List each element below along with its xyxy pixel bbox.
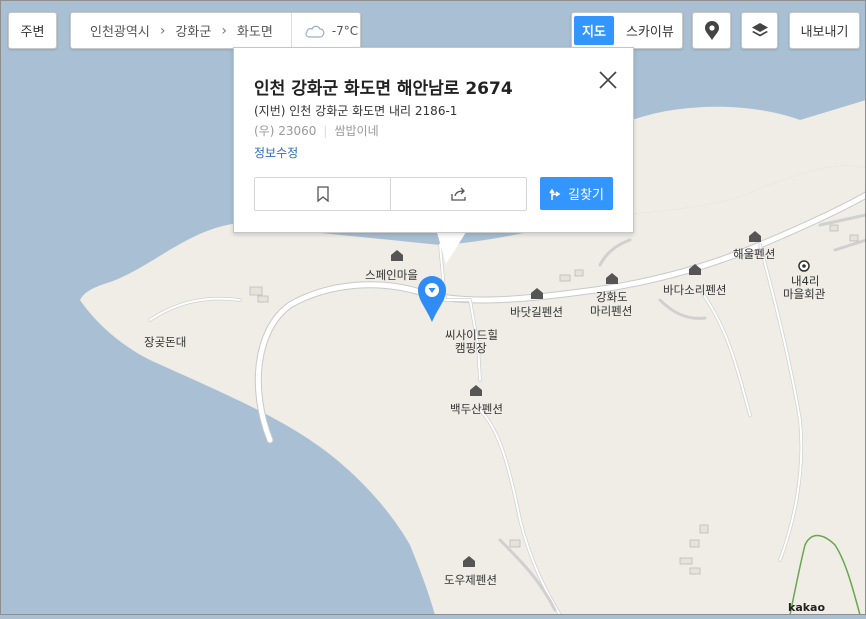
popup-jibun: (지번) 인천 강화군 화도면 내리 2186-1 (254, 104, 458, 118)
breadcrumb-sido[interactable]: 인천광역시 (90, 21, 150, 40)
share-icon (450, 187, 466, 201)
share-button[interactable] (390, 178, 526, 210)
place-label-naeri: 내4리 (791, 274, 819, 288)
cloud-icon (305, 25, 325, 38)
location-pin-icon (704, 20, 719, 40)
chevron-right-icon: › (221, 22, 227, 39)
place-label-douje: 도우제펜션 (444, 573, 497, 587)
layers-icon (751, 22, 768, 36)
place-label-ganghwado: 강화도 (596, 290, 628, 304)
nearby-button[interactable]: 주변 (8, 12, 57, 49)
edit-info-link[interactable]: 정보수정 (254, 144, 298, 161)
place-label-seaside: 씨사이드힐 (445, 328, 498, 342)
kakao-logo: kakao (788, 601, 826, 614)
chevron-right-icon: › (159, 22, 166, 39)
route-icon (549, 188, 561, 200)
breadcrumb-gun[interactable]: 강화군 (175, 21, 211, 40)
location-pin-button[interactable] (692, 12, 731, 49)
place-label-badasori: 바다소리펜션 (663, 283, 726, 297)
place-label-badagil: 바닷길펜션 (510, 305, 563, 319)
map-type-toggle: 지도 스카이뷰 (571, 12, 683, 49)
popup-tail (436, 229, 468, 264)
layers-button[interactable] (741, 12, 778, 49)
divider (290, 13, 292, 48)
route-button[interactable]: 길찾기 (540, 177, 613, 210)
place-label-maeulhoegwan: 마을회관 (783, 287, 826, 301)
place-label-camping: 캠핑장 (455, 341, 487, 355)
town-hall-icon (798, 260, 810, 272)
breadcrumb-myeon[interactable]: 화도면 (237, 21, 273, 40)
address-popup: 인천 강화군 화도면 해안남로 2674 (지번) 인천 강화군 화도면 내리 … (233, 47, 634, 233)
map-type-map-button[interactable]: 지도 (574, 16, 614, 45)
close-icon[interactable] (597, 69, 619, 91)
popup-actions (254, 177, 527, 211)
place-label-mari: 마리펜션 (590, 304, 632, 318)
weather-temp: -7°C (331, 23, 359, 38)
bookmark-icon (316, 186, 329, 202)
export-button[interactable]: 내보내기 (789, 12, 860, 49)
route-label: 길찾기 (568, 188, 604, 203)
weather[interactable]: -7°C (304, 23, 358, 39)
popup-area-name: 쌈밥이네 (334, 124, 379, 138)
place-label-spain: 스페인마을 (365, 268, 418, 282)
bookmark-button[interactable] (255, 178, 390, 210)
popup-zip-row: (우) 23060 | 쌈밥이네 (254, 124, 379, 138)
map-type-skyview-button[interactable]: 스카이뷰 (614, 21, 674, 40)
popup-title: 인천 강화군 화도면 해안남로 2674 (254, 79, 513, 99)
place-label-baekdu: 백두산펜션 (450, 402, 503, 416)
place-label-haeul: 해울펜션 (733, 247, 775, 261)
popup-zip: (우) 23060 (254, 124, 317, 138)
place-label-janggot: 장곶돈대 (144, 335, 186, 349)
breadcrumb: 인천광역시 › 강화군 › 화도면 -7°C (70, 12, 361, 49)
